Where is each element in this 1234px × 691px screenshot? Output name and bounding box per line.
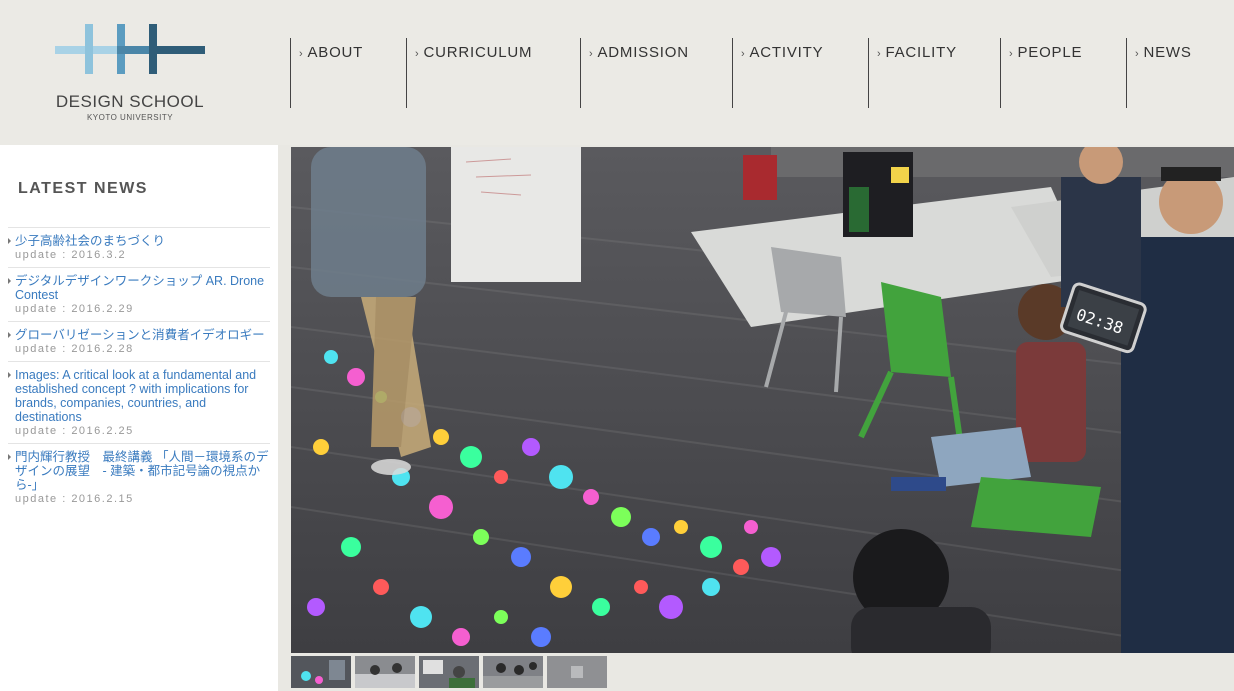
news-date: update : 2016.2.15 (15, 493, 134, 505)
thumbnail-image (547, 656, 607, 688)
sidebar-title: LATEST NEWS (18, 180, 148, 197)
nav-curriculum[interactable]: › CURRICULUM (406, 38, 532, 108)
news-title-link[interactable]: グローバリゼーションと消費者イデオロギー (8, 328, 270, 342)
slide-thumbnail[interactable] (547, 656, 607, 688)
site-logo[interactable]: DESIGN SCHOOL KYOTO UNIVERSITY (50, 24, 210, 129)
slide-thumbnail[interactable] (291, 656, 351, 688)
news-title-link[interactable]: 門内輝行教授 最終講義 「人間－環境系のデザインの展望 - 建築・都市記号論の視… (8, 450, 270, 492)
news-date: update : 2016.2.28 (15, 343, 134, 355)
news-date: update : 2016.2.29 (15, 303, 134, 315)
thumbnail-image (483, 656, 543, 688)
chevron-right-icon: › (589, 48, 594, 60)
logo-title: DESIGN SCHOOL (55, 92, 205, 111)
nav-activity[interactable]: › ACTIVITY (732, 38, 823, 108)
latest-news-sidebar: LATEST NEWS 少子高齢社会のまちづくり update : 2016.3… (0, 145, 278, 691)
chevron-right-icon: › (877, 48, 882, 60)
news-item[interactable]: 門内輝行教授 最終講義 「人間－環境系のデザインの展望 - 建築・都市記号論の視… (8, 443, 270, 511)
logo-subtitle: KYOTO UNIVERSITY (86, 113, 174, 122)
chevron-right-icon: › (1009, 48, 1014, 60)
news-item[interactable]: 少子高齢社会のまちづくり update : 2016.3.2 (8, 227, 270, 267)
chevron-right-icon: › (741, 48, 746, 60)
classroom-photo: 02:38 (291, 147, 1234, 653)
nav-people[interactable]: › PEOPLE (1000, 38, 1082, 108)
site-header: DESIGN SCHOOL KYOTO UNIVERSITY › ABOUT › C… (0, 0, 1234, 145)
nav-admission[interactable]: › ADMISSION (580, 38, 689, 108)
news-date: update : 2016.2.25 (15, 425, 134, 437)
nav-facility[interactable]: › FACILITY (868, 38, 957, 108)
chevron-right-icon: › (415, 48, 420, 60)
slide-thumbnail[interactable] (355, 656, 415, 688)
news-title-link[interactable]: Images: A critical look at a fundamental… (8, 368, 270, 424)
chevron-right-icon: › (299, 48, 304, 60)
slide-thumbnail[interactable] (483, 656, 543, 688)
news-item[interactable]: Images: A critical look at a fundamental… (8, 361, 270, 443)
hero-slideshow-image[interactable]: 02:38 (291, 147, 1234, 653)
news-date: update : 2016.3.2 (15, 249, 127, 261)
news-item[interactable]: グローバリゼーションと消費者イデオロギー update : 2016.2.28 (8, 321, 270, 361)
thumbnail-image (419, 656, 479, 688)
thumbnail-image (355, 656, 415, 688)
news-list: 少子高齢社会のまちづくり update : 2016.3.2 デジタルデザインワ… (8, 227, 270, 511)
thumbnail-image (291, 656, 351, 688)
nav-about[interactable]: › ABOUT (290, 38, 363, 108)
news-title-link[interactable]: デジタルデザインワークショップ AR. Drone Contest (8, 274, 270, 302)
slide-thumbnail[interactable] (419, 656, 479, 688)
news-item[interactable]: デジタルデザインワークショップ AR. Drone Contest update… (8, 267, 270, 321)
nav-news[interactable]: › NEWS (1126, 38, 1192, 108)
logo-crosses-icon (55, 24, 205, 74)
chevron-right-icon: › (1135, 48, 1140, 60)
news-title-link[interactable]: 少子高齢社会のまちづくり (8, 234, 270, 248)
